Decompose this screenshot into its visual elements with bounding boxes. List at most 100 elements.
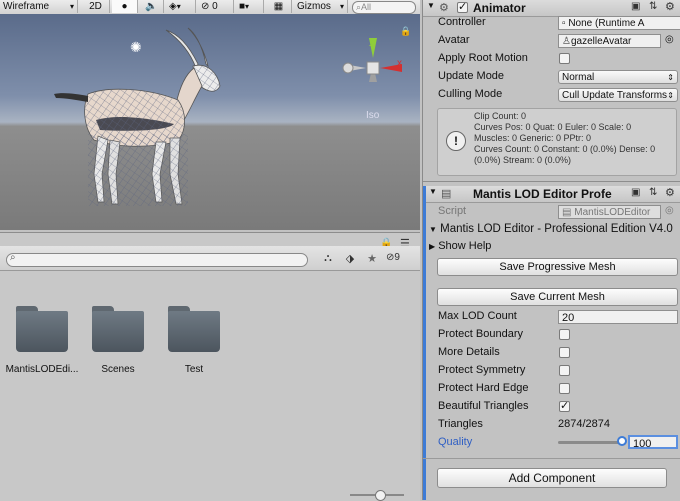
inspector-panel: ▼ ⚙ Animator ▣ ⇅ ⚙ Controller ▫ None (Ru… [422, 0, 680, 500]
protect-hard-edge-label: Protect Hard Edge [438, 382, 529, 394]
animator-enabled-checkbox[interactable] [457, 0, 468, 13]
info-icon: ! [446, 131, 466, 151]
hidden-packages-toggle[interactable]: ⊘9 [386, 252, 416, 266]
gizmos-dropdown[interactable]: Gizmos ▾ [294, 0, 348, 13]
controller-field[interactable]: ▫ None (Runtime A [558, 16, 680, 30]
avatar-value: gazelleAvatar [570, 36, 632, 47]
scene-search-placeholder: All [361, 2, 372, 12]
camera-dropdown[interactable]: ■▾ [236, 0, 264, 13]
add-component-button[interactable]: Add Component [437, 468, 667, 488]
protect-hard-edge-checkbox[interactable] [559, 383, 570, 394]
scene-search-field[interactable]: ⌕All [352, 1, 416, 14]
quality-slider-thumb[interactable] [617, 436, 627, 446]
protect-boundary-label: Protect Boundary [438, 328, 523, 340]
dropdown-arrow-icon: ▾ [245, 2, 250, 11]
project-search-input[interactable]: ⌕ [6, 252, 308, 267]
script-label: Script [438, 205, 467, 217]
scene-toolbar: Wireframe ▾ 2D ● 🔈 ◈▾ ⊘ 0 ■▾ ▦ Gizmos ▾ … [0, 0, 420, 15]
show-help-label: Show Help [438, 240, 492, 252]
shading-mode-label: Wireframe [3, 1, 50, 12]
hidden-count: 0 [212, 1, 218, 12]
dropdown-arrows-icon: ⇕ [667, 91, 674, 100]
gizmos-label: Gizmos [297, 1, 331, 12]
apply-root-motion-checkbox[interactable] [559, 53, 570, 64]
audio-toggle[interactable]: 🔈 [140, 0, 164, 13]
gear-icon[interactable]: ⚙ [665, 0, 675, 13]
culling-mode-dropdown[interactable]: Cull Update Transforms ⇕ [558, 88, 678, 102]
animator-component-icon: ⚙ [439, 2, 449, 14]
projection-label[interactable]: Iso [366, 110, 379, 121]
layers-icon: ◈ [169, 1, 177, 12]
dropdown-arrow-icon: ▾ [176, 2, 181, 11]
beautiful-triangles-checkbox[interactable] [559, 399, 570, 412]
info-line: (0.0%) Stream: 0 (0.0%) [474, 155, 572, 165]
max-lod-count-input[interactable]: 20 [558, 310, 678, 324]
gizmo-x-label: x [397, 58, 402, 69]
triangles-label: Triangles [438, 418, 483, 430]
avatar-field[interactable]: ♙gazelleAvatar [558, 34, 661, 48]
controller-value: None (Runtime A [568, 18, 645, 29]
culling-mode-label: Culling Mode [438, 88, 503, 100]
quality-input[interactable]: 100 [628, 435, 678, 449]
culling-mode-value: Cull Update Transforms [562, 90, 668, 101]
object-picker-icon[interactable]: ◎ [665, 34, 674, 45]
protect-boundary-checkbox[interactable] [559, 329, 570, 340]
lock-icon[interactable]: 🔒 [400, 26, 411, 37]
save-progressive-mesh-button[interactable]: Save Progressive Mesh [437, 258, 678, 276]
folder-label[interactable]: Scenes [78, 364, 158, 375]
show-help-foldout[interactable]: ▶ Show Help [429, 240, 491, 252]
folder-icon[interactable] [168, 306, 220, 352]
selection-accent-bar [423, 186, 426, 500]
update-mode-dropdown[interactable]: Normal ⇕ [558, 70, 678, 84]
folder-label[interactable]: MantisLODEdi... [2, 364, 82, 375]
foldout-arrow-icon[interactable]: ▼ [427, 1, 435, 10]
info-line: Curves Count: 0 Constant: 0 (0.0%) Dense… [474, 144, 656, 154]
folder-icon[interactable] [92, 306, 144, 352]
help-book-icon[interactable]: ▣ [631, 1, 640, 12]
foldout-arrow-icon: ▶ [429, 242, 436, 251]
effects-dropdown[interactable]: ◈▾ [166, 0, 196, 13]
more-details-checkbox[interactable] [559, 347, 570, 358]
gazelle-model[interactable] [48, 24, 238, 209]
folder-icon[interactable] [16, 306, 68, 352]
animator-title: Animator [473, 1, 526, 15]
object-picker-icon[interactable]: ◎ [665, 205, 674, 216]
script-component-icon: ▤ [441, 188, 452, 200]
max-lod-count-label: Max LOD Count [438, 310, 517, 322]
gear-icon[interactable]: ⚙ [665, 186, 675, 199]
icon-size-slider-thumb[interactable] [375, 490, 386, 501]
update-mode-label: Update Mode [438, 70, 505, 82]
folder-label[interactable]: Test [154, 364, 234, 375]
edition-foldout[interactable]: ▼ Mantis LOD Editor - Professional Editi… [429, 223, 673, 235]
presets-icon[interactable]: ⇅ [649, 187, 657, 198]
mantis-title: Mantis LOD Editor Profe [473, 187, 612, 201]
foldout-arrow-icon[interactable]: ▼ [429, 187, 437, 196]
star-icon[interactable]: ★ [362, 252, 382, 266]
search-icon: ⌕ [10, 252, 16, 263]
avatar-label: Avatar [438, 34, 470, 46]
presets-icon[interactable]: ⇅ [649, 1, 657, 12]
protect-symmetry-checkbox[interactable] [559, 365, 570, 376]
dropdown-arrows-icon: ⇕ [667, 73, 674, 82]
script-field[interactable]: ▤ MantisLODEditor [558, 205, 661, 219]
grid-toggle[interactable]: ▦ [266, 0, 292, 13]
grid-icon: ▦ [273, 1, 284, 12]
quality-slider-track[interactable] [558, 441, 622, 444]
help-book-icon[interactable]: ▣ [631, 187, 640, 198]
foldout-arrow-icon: ▼ [429, 225, 437, 234]
avatar-icon: ♙ [562, 36, 571, 47]
component-divider [423, 181, 680, 182]
hidden-objects-toggle[interactable]: ⊘ 0 [198, 0, 234, 13]
controller-label: Controller [438, 16, 486, 28]
protect-symmetry-label: Protect Symmetry [438, 364, 526, 376]
filter-by-type-icon[interactable]: ⛬ [318, 252, 338, 266]
tag-icon[interactable]: ⬗ [340, 252, 360, 266]
2d-toggle[interactable]: 2D [82, 0, 110, 13]
lighting-toggle[interactable]: ● [112, 0, 138, 13]
script-file-icon: ▤ [562, 207, 572, 218]
scene-view[interactable]: ✺ y x 🔒 Iso [0, 14, 420, 230]
save-current-mesh-button[interactable]: Save Current Mesh [437, 288, 678, 306]
object-field-icon: ▫ [562, 18, 566, 29]
gizmo-y-label: y [369, 36, 374, 47]
shading-mode-dropdown[interactable]: Wireframe ▾ [0, 0, 78, 13]
